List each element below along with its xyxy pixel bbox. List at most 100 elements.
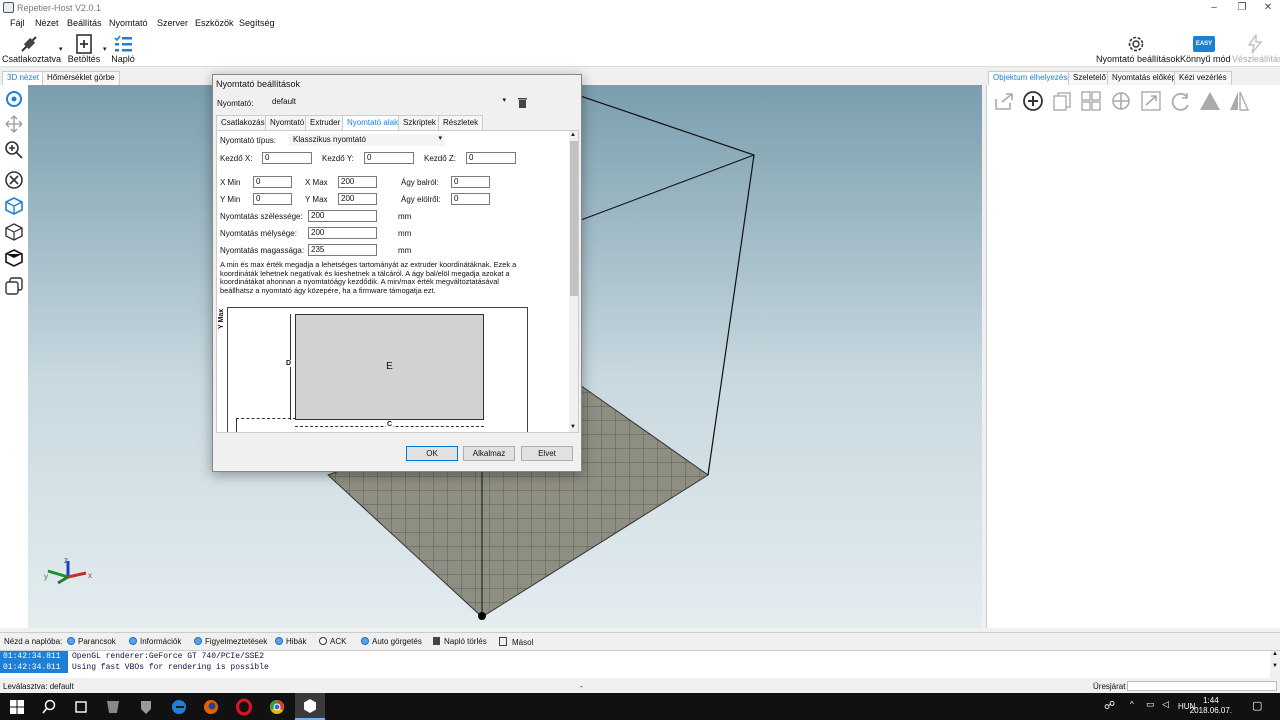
windows-start-icon[interactable] xyxy=(8,698,26,716)
xmax-input[interactable]: 200 xyxy=(338,176,377,188)
ymin-input[interactable]: 0 xyxy=(253,193,292,205)
trash-icon[interactable] xyxy=(517,97,528,109)
menu-help[interactable]: Segítség xyxy=(239,18,275,28)
mirror-object-icon[interactable] xyxy=(1228,91,1250,111)
export-icon[interactable] xyxy=(993,91,1015,111)
printer-shape-pane: Nyomtató típus: Klasszikus nyomtató ▾ Ke… xyxy=(216,130,579,433)
emergency-stop-button[interactable]: Vészleállítás xyxy=(1232,31,1280,67)
dialog-scrollbar[interactable]: ▲ ▼ xyxy=(569,131,578,432)
home-y-input[interactable]: 0 xyxy=(364,152,414,164)
menu-view[interactable]: Nézet xyxy=(35,18,59,28)
rotate-object-icon[interactable] xyxy=(1170,91,1192,111)
tray-chevron-icon[interactable]: ^ xyxy=(1130,700,1134,709)
notifications-icon[interactable]: ▢ xyxy=(1252,699,1262,712)
chrome-icon[interactable] xyxy=(268,698,286,716)
tab-printer[interactable]: Nyomtató xyxy=(265,115,310,130)
scroll-up-icon[interactable]: ▲ xyxy=(570,132,576,138)
rotate-icon[interactable] xyxy=(4,89,24,109)
filter-errors[interactable]: Hibák xyxy=(275,637,306,646)
close-button[interactable]: ✕ xyxy=(1254,0,1280,16)
maximize-button[interactable]: ❐ xyxy=(1228,0,1256,16)
load-dropdown-icon[interactable]: ▾ xyxy=(103,45,107,53)
cut-object-icon[interactable] xyxy=(1199,91,1221,111)
scroll-thumb[interactable] xyxy=(570,141,578,296)
opera-icon[interactable] xyxy=(235,698,253,716)
tab-slicer[interactable]: Szeletelő xyxy=(1068,71,1111,85)
firefox-icon[interactable] xyxy=(202,698,220,716)
bed-left-input[interactable]: 0 xyxy=(451,176,490,188)
menu-file[interactable]: Fájl xyxy=(10,18,25,28)
scroll-down-icon[interactable]: ▼ xyxy=(570,424,576,430)
copy-object-icon[interactable] xyxy=(1051,91,1073,111)
clear-log-button[interactable]: Napló törlés xyxy=(433,637,487,646)
add-object-icon[interactable] xyxy=(1022,90,1044,112)
printer-type-select[interactable]: Klasszikus nyomtató ▾ xyxy=(289,134,445,146)
log-scrollbar[interactable]: ▲ ▼ xyxy=(1270,651,1280,679)
front-view-icon[interactable] xyxy=(4,222,24,242)
tab-object-placement[interactable]: Objektum elhelyezése xyxy=(988,71,1077,85)
tab-manual-control[interactable]: Kézi vezérlés xyxy=(1174,71,1232,85)
menu-settings[interactable]: Beállítás xyxy=(67,18,102,28)
tab-3d-view[interactable]: 3D nézet xyxy=(2,71,45,85)
iso-view-icon[interactable] xyxy=(4,196,24,216)
connect-button[interactable]: Csatlakoztatva xyxy=(2,31,61,67)
log-output[interactable]: 01:42:34.811 OpenGL renderer:GeForce GT … xyxy=(0,650,1280,679)
copy-view-icon[interactable] xyxy=(4,276,24,296)
copy-log-button[interactable]: Másol xyxy=(499,637,533,647)
edge-browser-icon[interactable] xyxy=(170,698,188,716)
tab-print-preview[interactable]: Nyomtatás előkép xyxy=(1107,71,1182,85)
load-button[interactable]: Betöltés xyxy=(66,31,102,67)
center-object-icon[interactable] xyxy=(1110,91,1132,111)
ymax-input[interactable]: 200 xyxy=(338,193,377,205)
tab-temperature-curve[interactable]: Hőmérséklet görbe xyxy=(42,71,120,85)
autoposition-icon[interactable] xyxy=(1080,91,1102,111)
ok-button[interactable]: OK xyxy=(406,446,458,461)
print-width-input[interactable]: 200 xyxy=(308,210,377,222)
svg-text:y: y xyxy=(44,572,48,581)
tab-details[interactable]: Részletek xyxy=(438,115,484,130)
network-icon[interactable]: ▭ xyxy=(1146,699,1155,710)
tab-scripts[interactable]: Szkriptek xyxy=(398,115,441,130)
easy-mode-button[interactable]: EASY Könnyű mód xyxy=(1180,31,1231,67)
scale-object-icon[interactable] xyxy=(1140,91,1162,111)
menu-server[interactable]: Szerver xyxy=(157,18,188,28)
printer-settings-button[interactable]: Nyomtató beállítások xyxy=(1096,31,1180,67)
menu-printer[interactable]: Nyomtató xyxy=(109,18,148,28)
log-button[interactable]: Napló xyxy=(108,31,138,67)
fit-view-icon[interactable] xyxy=(4,170,24,190)
move-icon[interactable] xyxy=(4,114,24,134)
filter-ack[interactable]: ACK xyxy=(319,637,346,646)
tank-game-icon[interactable] xyxy=(137,698,155,716)
connect-dropdown-icon[interactable]: ▾ xyxy=(59,45,63,53)
filter-warnings-label: Figyelmeztetések xyxy=(205,637,268,646)
xmin-input[interactable]: 0 xyxy=(253,176,292,188)
tab-printer-shape[interactable]: Nyomtató alak xyxy=(342,115,404,130)
bed-front-input[interactable]: 0 xyxy=(451,193,490,205)
filter-commands[interactable]: Parancsok xyxy=(67,637,116,646)
top-view-icon[interactable] xyxy=(4,248,24,268)
home-z-input[interactable]: 0 xyxy=(466,152,516,164)
people-icon[interactable]: ☍ xyxy=(1104,699,1115,712)
filter-warnings[interactable]: Figyelmeztetések xyxy=(194,637,267,646)
diagram-print-area: E xyxy=(295,314,484,420)
auto-scroll-toggle[interactable]: Auto görgetés xyxy=(361,637,422,646)
print-height-input[interactable]: 235 xyxy=(308,244,377,256)
tab-connection[interactable]: Csatlakozás xyxy=(216,115,270,130)
zoom-icon[interactable] xyxy=(4,140,24,160)
minimize-button[interactable]: – xyxy=(1200,0,1228,16)
print-height-label: Nyomtatás magassága: xyxy=(220,246,305,255)
task-view-icon[interactable] xyxy=(72,698,90,716)
game-app-icon[interactable] xyxy=(104,698,122,716)
search-icon[interactable] xyxy=(40,698,58,716)
repetier-taskbar-item[interactable] xyxy=(295,693,325,720)
taskbar-clock[interactable]: 1:44 2018.06.07. xyxy=(1190,696,1232,716)
printer-select[interactable]: default ▾ xyxy=(268,95,510,109)
menu-tools[interactable]: Eszközök xyxy=(195,18,234,28)
filter-info[interactable]: Információk xyxy=(129,637,181,646)
print-depth-input[interactable]: 200 xyxy=(308,227,377,239)
cancel-button[interactable]: Elvet xyxy=(521,446,573,461)
volume-icon[interactable]: ◁ xyxy=(1162,699,1169,710)
tab-extruder[interactable]: Extruder xyxy=(305,115,346,130)
apply-button[interactable]: Alkalmaz xyxy=(463,446,515,461)
home-x-input[interactable]: 0 xyxy=(262,152,312,164)
